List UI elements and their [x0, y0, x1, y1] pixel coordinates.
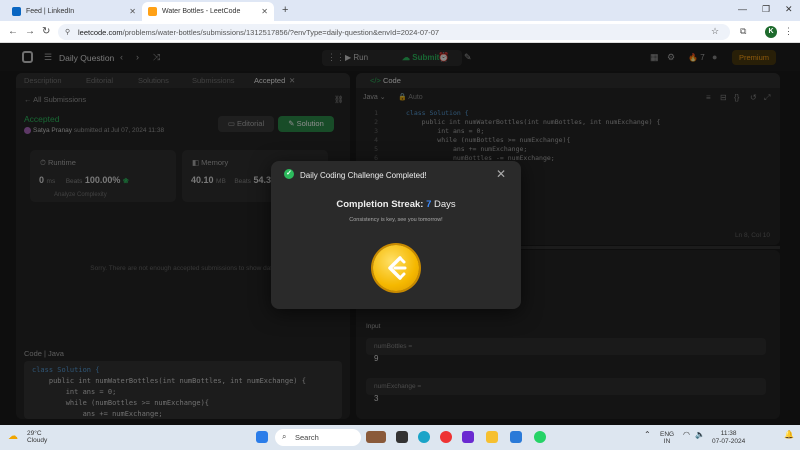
reload-icon[interactable]: ↻ — [42, 26, 50, 37]
language-indicator[interactable]: ENG IN — [660, 431, 674, 445]
challenge-complete-modal: ✓ Daily Coding Challenge Completed! ✕ Co… — [271, 161, 521, 309]
close-tab-icon[interactable]: ✕ — [261, 7, 268, 16]
weather-widget[interactable]: 29°C Cloudy — [27, 430, 47, 444]
cloud-weather-icon: ☁ — [8, 431, 18, 442]
file-explorer-icon[interactable] — [486, 431, 498, 443]
leetcode-favicon-icon — [148, 7, 157, 16]
close-tab-icon[interactable]: ✕ — [129, 7, 136, 16]
temperature: 29°C — [27, 430, 42, 437]
tab-linkedin[interactable]: Feed | LinkedIn ✕ — [6, 2, 142, 21]
linkedin-favicon-icon — [12, 7, 21, 16]
notification-bell-icon[interactable]: 🔔 — [784, 431, 794, 439]
volume-icon[interactable]: 🔈 — [695, 431, 705, 439]
menu-kebab-icon[interactable]: ⋮ — [784, 26, 793, 37]
streak-label: Completion Streak: — [336, 199, 424, 210]
windows-start-icon[interactable] — [256, 431, 268, 443]
intellij-icon[interactable] — [462, 431, 474, 443]
modal-title: Daily Coding Challenge Completed! — [300, 171, 427, 180]
clock[interactable]: 11:38 07-07-2024 — [712, 430, 745, 446]
url-input[interactable]: ⚲ leetcode.com/problems/water-bottles/su… — [58, 24, 730, 40]
maximize-icon[interactable]: ❐ — [762, 4, 770, 15]
streak-number: 7 — [426, 199, 432, 210]
new-tab-icon[interactable]: + — [282, 4, 288, 16]
tab-title: Feed | LinkedIn — [26, 8, 75, 15]
bookmark-star-icon[interactable]: ☆ — [711, 26, 719, 37]
address-bar-row: ← → ↻ ⚲ leetcode.com/problems/water-bott… — [0, 21, 800, 43]
forward-icon[interactable]: → — [25, 26, 35, 37]
time: 11:38 — [720, 430, 737, 437]
streak-unit: Days — [434, 199, 456, 210]
back-icon[interactable]: ← — [8, 26, 18, 37]
date: 07-07-2024 — [712, 438, 746, 445]
tab-title: Water Bottles - LeetCode — [162, 8, 241, 15]
region: IN — [663, 438, 671, 445]
tab-leetcode[interactable]: Water Bottles - LeetCode ✕ — [142, 2, 274, 21]
store-icon[interactable] — [510, 431, 522, 443]
minimize-icon[interactable]: — — [738, 4, 747, 14]
leetcode-coin-icon — [373, 245, 419, 291]
show-hidden-icons[interactable]: ⌃ — [644, 431, 651, 439]
search-placeholder: Search — [295, 433, 319, 442]
chrome-browser-icon[interactable] — [440, 431, 452, 443]
wifi-icon[interactable]: ◠ — [683, 431, 690, 439]
close-icon[interactable]: ✕ — [496, 167, 506, 181]
widget-thumbnail-icon[interactable] — [366, 431, 386, 443]
check-circle-icon: ✓ — [284, 169, 294, 179]
completion-streak: Completion Streak: 7 Days — [271, 199, 521, 210]
url-host: leetcode.com — [78, 28, 123, 37]
close-window-icon[interactable]: ✕ — [785, 4, 793, 15]
search-icon: ⌕ — [282, 432, 287, 441]
modal-message: Consistency is key, see you tomorrow! — [349, 217, 443, 223]
url-path: /problems/water-bottles/submissions/1312… — [122, 28, 440, 37]
weather-condition: Cloudy — [27, 437, 48, 444]
site-info-icon[interactable]: ⚲ — [65, 28, 70, 36]
browser-tab-bar: Feed | LinkedIn ✕ Water Bottles - LeetCo… — [0, 0, 800, 21]
edge-browser-icon[interactable] — [418, 431, 430, 443]
whatsapp-icon[interactable] — [534, 431, 546, 443]
windows-taskbar: ☁ 29°C Cloudy ⌕ Search ⌃ ENG IN ◠ 🔈 11:3… — [0, 425, 800, 450]
extensions-icon[interactable]: ⧉ — [740, 26, 746, 37]
task-view-icon[interactable] — [396, 431, 408, 443]
taskbar-search[interactable]: ⌕ Search — [275, 429, 361, 446]
profile-avatar[interactable]: K — [765, 26, 777, 38]
language: ENG — [660, 431, 675, 438]
